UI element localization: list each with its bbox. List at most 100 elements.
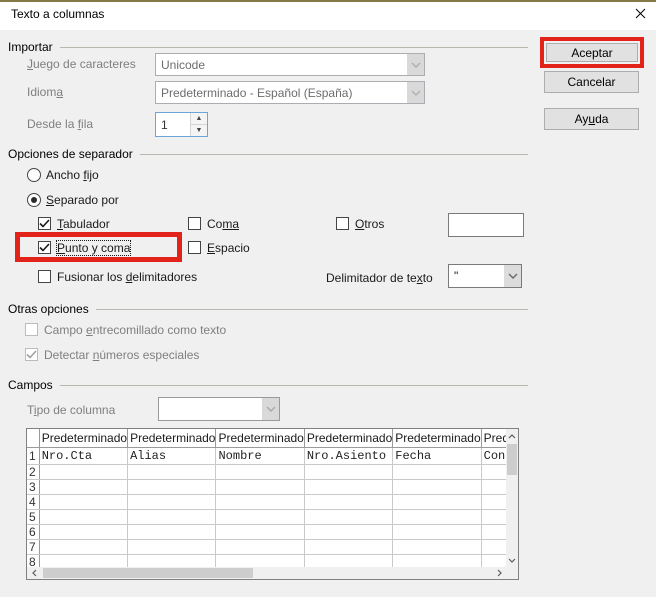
preview-cell[interactable] bbox=[216, 525, 304, 540]
preview-cell[interactable] bbox=[393, 525, 481, 540]
merge-delimiters-checkbox[interactable] bbox=[38, 270, 51, 283]
scroll-up-icon[interactable] bbox=[506, 429, 518, 443]
scroll-left-icon[interactable] bbox=[27, 567, 41, 579]
preview-cell[interactable] bbox=[393, 495, 481, 510]
merge-delimiters-label[interactable]: Fusionar los delimitadores bbox=[57, 270, 197, 284]
table-row: 6 bbox=[27, 525, 519, 540]
table-row: 1Nro.CtaAliasNombreNro.AsientoFechaConce… bbox=[27, 448, 519, 465]
preview-cell[interactable] bbox=[304, 495, 392, 510]
preview-cell[interactable] bbox=[128, 510, 216, 525]
tab-label[interactable]: Tabulador bbox=[57, 217, 110, 231]
from-row-stepper[interactable]: 1 ▲ ▼ bbox=[155, 112, 208, 137]
preview-cell[interactable] bbox=[393, 465, 481, 480]
fixed-width-label[interactable]: Ancho fijo bbox=[46, 168, 99, 182]
language-label: Idioma bbox=[27, 85, 63, 99]
scrollbar-thumb[interactable] bbox=[43, 568, 253, 578]
preview-cell[interactable]: Nro.Asiento bbox=[304, 448, 392, 465]
preview-horizontal-scrollbar[interactable] bbox=[27, 567, 506, 579]
from-row-value: 1 bbox=[156, 113, 190, 136]
other-separator-input[interactable] bbox=[448, 213, 524, 237]
preview-cell[interactable] bbox=[216, 465, 304, 480]
preview-cell[interactable] bbox=[39, 465, 127, 480]
preview-cell[interactable]: Nro.Cta bbox=[39, 448, 127, 465]
preview-col-header[interactable]: Predeterminado bbox=[304, 429, 392, 448]
preview-col-header[interactable]: Predeterminado bbox=[128, 429, 216, 448]
close-icon bbox=[635, 8, 646, 22]
column-type-label: Tipo de columna bbox=[27, 403, 115, 417]
cancel-button[interactable]: Cancelar bbox=[544, 71, 639, 93]
other-label[interactable]: Otros bbox=[355, 217, 384, 231]
charset-select[interactable]: Unicode bbox=[155, 53, 425, 76]
preview-cell[interactable] bbox=[128, 480, 216, 495]
comma-label[interactable]: Coma bbox=[207, 217, 239, 231]
close-button[interactable] bbox=[624, 2, 656, 28]
table-row: 7 bbox=[27, 540, 519, 555]
tab-checkbox[interactable] bbox=[38, 217, 51, 230]
preview-cell[interactable] bbox=[216, 510, 304, 525]
preview-col-header[interactable]: Predeterminado bbox=[393, 429, 481, 448]
help-button[interactable]: Ayuda bbox=[544, 108, 639, 130]
preview-row-number: 2 bbox=[27, 465, 39, 480]
preview-cell[interactable] bbox=[39, 540, 127, 555]
table-row: 2 bbox=[27, 465, 519, 480]
preview-cell[interactable] bbox=[39, 510, 127, 525]
preview-row-number: 6 bbox=[27, 525, 39, 540]
preview-cell[interactable] bbox=[216, 495, 304, 510]
other-checkbox[interactable] bbox=[336, 217, 349, 230]
preview-cell[interactable] bbox=[39, 525, 127, 540]
spinner-down-icon[interactable]: ▼ bbox=[191, 125, 207, 136]
preview-cell[interactable]: Alias bbox=[128, 448, 216, 465]
scrollbar-thumb[interactable] bbox=[507, 444, 517, 475]
preview-row-number: 3 bbox=[27, 480, 39, 495]
preview-cell[interactable]: Fecha bbox=[393, 448, 481, 465]
separated-by-label[interactable]: Separado por bbox=[46, 193, 119, 207]
preview-cell[interactable] bbox=[39, 480, 127, 495]
language-select[interactable]: Predeterminado - Español (España) bbox=[155, 81, 425, 104]
preview-cell[interactable] bbox=[216, 480, 304, 495]
preview-cell[interactable] bbox=[393, 480, 481, 495]
divider bbox=[140, 154, 528, 155]
comma-checkbox[interactable] bbox=[188, 217, 201, 230]
scroll-right-icon[interactable] bbox=[492, 567, 506, 579]
preview-cell[interactable] bbox=[128, 540, 216, 555]
preview-cell[interactable] bbox=[393, 540, 481, 555]
preview-cell[interactable] bbox=[304, 540, 392, 555]
semicolon-checkbox[interactable] bbox=[38, 241, 51, 254]
separated-by-radio[interactable] bbox=[27, 193, 41, 207]
chevron-down-icon bbox=[262, 398, 279, 420]
preview-vertical-scrollbar[interactable] bbox=[506, 429, 518, 567]
charset-label: Juego de caracteres bbox=[27, 57, 136, 71]
preview-table[interactable]: PredeterminadoPredeterminadoPredetermina… bbox=[27, 429, 519, 570]
preview-cell[interactable] bbox=[216, 540, 304, 555]
fixed-width-radio[interactable] bbox=[27, 168, 41, 182]
preview-corner-cell bbox=[27, 429, 39, 448]
text-delimiter-select[interactable]: " bbox=[448, 264, 522, 288]
preview-cell[interactable] bbox=[39, 495, 127, 510]
preview-cell[interactable]: Nombre bbox=[216, 448, 304, 465]
preview-col-header[interactable]: Predeterminado bbox=[216, 429, 304, 448]
preview-cell[interactable] bbox=[304, 510, 392, 525]
help-button-label: Ayuda bbox=[575, 112, 609, 126]
spinner-up-icon[interactable]: ▲ bbox=[191, 113, 207, 125]
accept-button-label: Aceptar bbox=[571, 46, 612, 60]
preview-cell[interactable] bbox=[128, 525, 216, 540]
separator-group-label: Opciones de separador bbox=[8, 147, 140, 161]
table-row: 4 bbox=[27, 495, 519, 510]
accept-button[interactable]: Aceptar bbox=[546, 43, 638, 62]
divider bbox=[60, 385, 528, 386]
preview-cell[interactable] bbox=[304, 465, 392, 480]
fields-group-label: Campos bbox=[8, 378, 60, 392]
space-checkbox[interactable] bbox=[188, 241, 201, 254]
table-row: 3 bbox=[27, 480, 519, 495]
preview-cell[interactable] bbox=[393, 510, 481, 525]
preview-col-header[interactable]: Predeterminado bbox=[39, 429, 127, 448]
preview-cell[interactable] bbox=[128, 465, 216, 480]
dialog-title: Texto a columnas bbox=[11, 7, 104, 21]
semicolon-label[interactable]: Punto y coma bbox=[57, 241, 130, 255]
preview-cell[interactable] bbox=[304, 525, 392, 540]
preview-cell[interactable] bbox=[128, 495, 216, 510]
scroll-down-icon[interactable] bbox=[506, 553, 518, 567]
preview-cell[interactable] bbox=[304, 480, 392, 495]
quoted-field-label: Campo entrecomillado como texto bbox=[44, 323, 226, 337]
space-label[interactable]: Espacio bbox=[207, 241, 250, 255]
